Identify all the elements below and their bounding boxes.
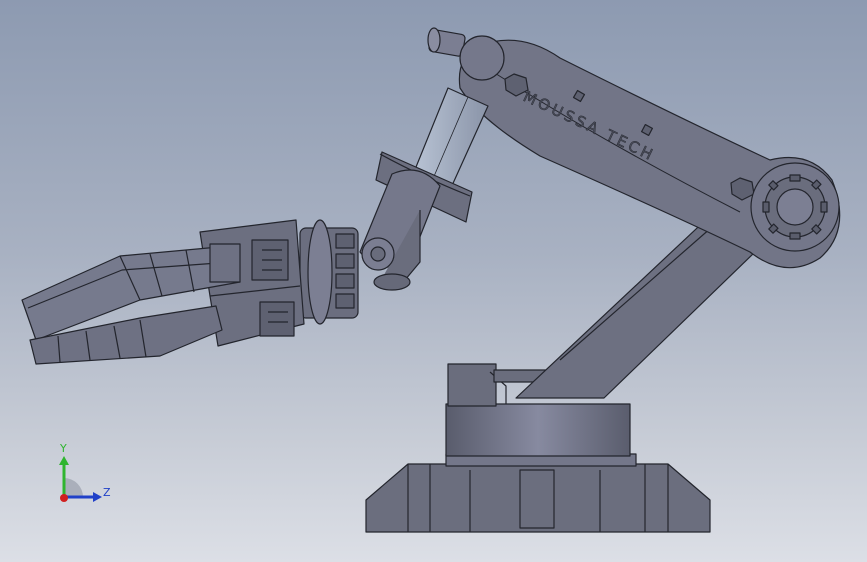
robot-arm-model[interactable]: MOUSSA TECH [0, 0, 867, 562]
lower-arm-link [515, 213, 756, 399]
x-axis-point [60, 494, 68, 502]
z-axis-label: Z [103, 486, 111, 499]
y-axis-label: Y [60, 442, 67, 455]
orientation-triad[interactable] [48, 438, 120, 510]
cad-viewport[interactable]: MOUSSA TECH Y Z [0, 0, 867, 562]
gripper-rotator [299, 219, 359, 325]
elbow-joint [750, 162, 840, 252]
shoulder-hub [427, 27, 505, 81]
triad-plane-indicator [64, 478, 83, 497]
wrist-link [359, 169, 441, 291]
